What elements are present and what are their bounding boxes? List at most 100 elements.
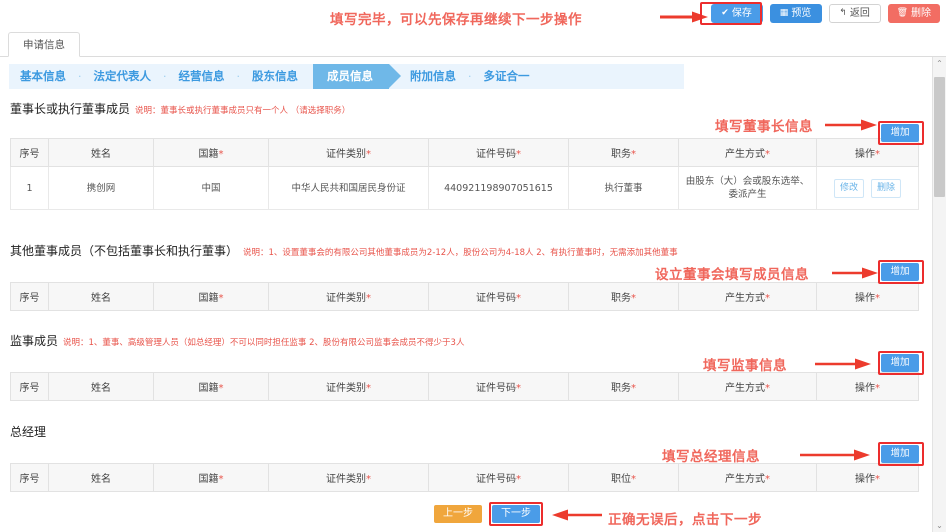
arrow-to-add-general-manager xyxy=(800,449,870,461)
arrow-to-add-other-director xyxy=(832,267,878,279)
section-title-general-manager: 总经理 xyxy=(10,423,46,440)
add-general-manager-button[interactable]: 增加 xyxy=(881,445,919,463)
cell-id-number: 440921198907051615 xyxy=(429,167,569,210)
th-id-type: 证件类别* xyxy=(269,373,429,401)
step-multi-cert-in-one[interactable]: 多证合一 xyxy=(473,64,541,89)
arrow-to-add-chairman xyxy=(825,119,877,131)
section-header-supervisors: 监事成员 说明：1、董事、高级管理人员（如总经理）不可以同时担任监事 2、股份有… xyxy=(10,332,464,349)
step-legal-representative[interactable]: 法定代表人 xyxy=(83,64,163,89)
scrollbar-thumb[interactable] xyxy=(934,77,945,197)
th-generation: 产生方式* xyxy=(679,139,817,167)
th-name: 姓名 xyxy=(49,373,154,401)
annotation-supervisor: 填写监事信息 xyxy=(703,354,787,374)
step-shareholder-info[interactable]: 股东信息 xyxy=(241,64,309,89)
th-position: 职务* xyxy=(569,283,679,311)
table-header-row: 序号 姓名 国籍* 证件类别* 证件号码* 职务* 产生方式* 操作* xyxy=(11,139,919,167)
check-icon: ✔ xyxy=(721,9,729,18)
section-title-chairman: 董事长或执行董事成员 xyxy=(10,100,130,117)
back-button[interactable]: ↰ 返回 xyxy=(829,4,881,23)
table-header-row: 序号 姓名 国籍* 证件类别* 证件号码* 职务* 产生方式* 操作* xyxy=(11,373,919,401)
add-other-director-button[interactable]: 增加 xyxy=(881,263,919,281)
table-header-row: 序号 姓名 国籍* 证件类别* 证件号码* 职务* 产生方式* 操作* xyxy=(11,283,919,311)
chevron-up-icon[interactable]: ⌃ xyxy=(933,57,946,70)
tab-strip: 申请信息 xyxy=(0,30,946,57)
th-actions: 操作* xyxy=(817,373,919,401)
table-row: 1 携创网 中国 中华人民共和国居民身份证 440921198907051615… xyxy=(11,167,919,210)
cell-id-type: 中华人民共和国居民身份证 xyxy=(269,167,429,210)
th-actions: 操作* xyxy=(817,139,919,167)
annotation-manager: 填写总经理信息 xyxy=(662,445,760,465)
th-index: 序号 xyxy=(11,283,49,311)
delete-button-label: 删除 xyxy=(911,4,931,23)
th-name: 姓名 xyxy=(49,139,154,167)
th-id-number: 证件号码* xyxy=(429,283,569,311)
delete-button[interactable]: 🗑 删除 xyxy=(888,4,940,23)
arrow-left-icon: ↰ xyxy=(839,9,847,18)
th-id-type: 证件类别* xyxy=(269,139,429,167)
th-nationality: 国籍* xyxy=(154,139,269,167)
th-nationality: 国籍* xyxy=(154,373,269,401)
table-general-manager: 序号 姓名 国籍* 证件类别* 证件号码* 职位* 产生方式* 操作* xyxy=(10,463,919,492)
th-generation: 产生方式* xyxy=(679,283,817,311)
th-nationality: 国籍* xyxy=(154,464,269,492)
save-button-label: 保存 xyxy=(732,4,752,23)
th-index: 序号 xyxy=(11,464,49,492)
annotation-board: 设立董事会填写成员信息 xyxy=(655,263,809,283)
arrow-to-add-supervisor xyxy=(815,358,871,370)
arrow-to-save-button xyxy=(660,11,708,23)
th-actions: 操作* xyxy=(817,283,919,311)
th-name: 姓名 xyxy=(49,464,154,492)
th-id-number: 证件号码* xyxy=(429,464,569,492)
step-member-info[interactable]: 成员信息 xyxy=(313,64,389,89)
save-button[interactable]: ✔ 保存 xyxy=(711,4,763,23)
section-header-general-manager: 总经理 xyxy=(10,423,46,440)
th-id-number: 证件号码* xyxy=(429,139,569,167)
previous-step-button[interactable]: 上一步 xyxy=(434,505,482,523)
th-actions: 操作* xyxy=(817,464,919,492)
th-position: 职务* xyxy=(569,373,679,401)
th-name: 姓名 xyxy=(49,283,154,311)
cell-generation: 由股东（大）会或股东选举、委派产生 xyxy=(679,167,817,210)
annotation-bottom: 正确无误后，点击下一步 xyxy=(608,508,762,528)
th-id-type: 证件类别* xyxy=(269,283,429,311)
trash-icon: 🗑 xyxy=(897,9,908,18)
th-generation: 产生方式* xyxy=(679,373,817,401)
cell-index: 1 xyxy=(11,167,49,210)
add-supervisor-button[interactable]: 增加 xyxy=(881,354,919,372)
next-step-button[interactable]: 下一步 xyxy=(492,505,540,523)
step-navigation: 基本信息 · 法定代表人 · 经营信息 · 股东信息 成员信息 附加信息 · 多… xyxy=(9,64,684,89)
vertical-scrollbar[interactable]: ⌃ ⌄ xyxy=(932,57,946,532)
chevron-down-icon[interactable]: ⌄ xyxy=(933,519,946,532)
row-edit-button[interactable]: 修改 xyxy=(834,179,864,198)
th-id-number: 证件号码* xyxy=(429,373,569,401)
table-chairman: 序号 姓名 国籍* 证件类别* 证件号码* 职务* 产生方式* 操作* 1 携创… xyxy=(10,138,919,210)
section-note-chairman: 说明：董事长或执行董事成员只有一个人 （请选择职务） xyxy=(135,104,350,116)
arrow-to-next-step xyxy=(552,509,602,521)
table-header-row: 序号 姓名 国籍* 证件类别* 证件号码* 职位* 产生方式* 操作* xyxy=(11,464,919,492)
grid-icon: ▦ xyxy=(780,9,789,18)
preview-button[interactable]: ▦ 预览 xyxy=(770,4,822,23)
back-button-label: 返回 xyxy=(850,4,870,23)
tab-application-info[interactable]: 申请信息 xyxy=(8,32,80,57)
step-basic-info[interactable]: 基本信息 xyxy=(9,64,77,89)
step-additional-info[interactable]: 附加信息 xyxy=(399,64,467,89)
table-supervisors: 序号 姓名 国籍* 证件类别* 证件号码* 职务* 产生方式* 操作* xyxy=(10,372,919,401)
section-note-supervisors: 说明：1、董事、高级管理人员（如总经理）不可以同时担任监事 2、股份有限公司监事… xyxy=(63,336,464,348)
th-nationality: 国籍* xyxy=(154,283,269,311)
section-title-other-directors: 其他董事成员（不包括董事长和执行董事） xyxy=(10,242,238,259)
section-header-other-directors: 其他董事成员（不包括董事长和执行董事） 说明：1、设置董事会的有限公司其他董事成… xyxy=(10,242,678,259)
annotation-chairman: 填写董事长信息 xyxy=(715,115,813,135)
row-delete-button[interactable]: 删除 xyxy=(871,179,901,198)
application-form-page: 填写完毕，可以先保存再继续下一步操作 ✔ 保存 ▦ 预览 ↰ 返回 🗑 删除 申… xyxy=(0,0,946,532)
cell-name: 携创网 xyxy=(49,167,154,210)
section-note-other-directors: 说明：1、设置董事会的有限公司其他董事成员为2-12人，股份公司为4-18人 2… xyxy=(243,246,678,258)
table-other-directors: 序号 姓名 国籍* 证件类别* 证件号码* 职务* 产生方式* 操作* xyxy=(10,282,919,311)
th-position: 职务* xyxy=(569,139,679,167)
th-generation: 产生方式* xyxy=(679,464,817,492)
add-chairman-button[interactable]: 增加 xyxy=(881,124,919,142)
top-toolbar: ✔ 保存 ▦ 预览 ↰ 返回 🗑 删除 xyxy=(711,4,940,23)
th-position: 职位* xyxy=(569,464,679,492)
cell-nationality: 中国 xyxy=(154,167,269,210)
annotation-top: 填写完毕，可以先保存再继续下一步操作 xyxy=(330,8,582,28)
step-business-info[interactable]: 经营信息 xyxy=(168,64,236,89)
